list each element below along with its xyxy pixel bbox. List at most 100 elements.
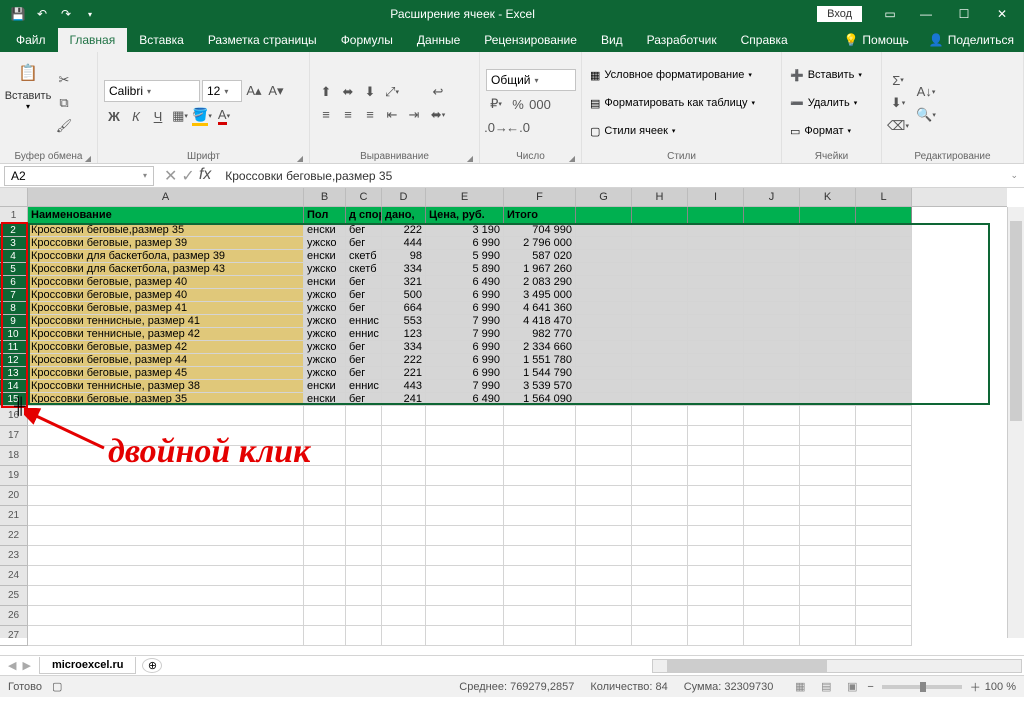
- cut-icon[interactable]: ✂: [54, 70, 74, 90]
- cell[interactable]: [632, 263, 688, 276]
- cell[interactable]: [346, 626, 382, 646]
- font-color-icon[interactable]: A▾: [214, 106, 234, 126]
- cell[interactable]: 6 990: [426, 302, 504, 315]
- cell[interactable]: Кроссовки теннисные, размер 42: [28, 328, 304, 341]
- cell[interactable]: [856, 224, 912, 237]
- tell-me[interactable]: 💡Помощь: [833, 28, 918, 52]
- fill-icon[interactable]: ⬇▾: [888, 93, 908, 113]
- row-header[interactable]: 24: [0, 566, 28, 586]
- row-header[interactable]: 9: [0, 315, 28, 328]
- cell[interactable]: [426, 606, 504, 626]
- align-top-icon[interactable]: ⬆: [316, 82, 336, 102]
- cell[interactable]: [382, 546, 426, 566]
- cell[interactable]: [744, 393, 800, 406]
- zoom-slider[interactable]: [882, 685, 962, 689]
- tab-file[interactable]: Файл: [4, 28, 58, 52]
- cell[interactable]: [304, 526, 346, 546]
- cell[interactable]: 2 083 290: [504, 276, 576, 289]
- row-header[interactable]: 18: [0, 446, 28, 466]
- cell[interactable]: [688, 546, 744, 566]
- cell[interactable]: [576, 328, 632, 341]
- cell[interactable]: енски: [304, 276, 346, 289]
- cell[interactable]: [576, 526, 632, 546]
- cell[interactable]: бег: [346, 354, 382, 367]
- cell[interactable]: [744, 207, 800, 224]
- cell[interactable]: Кроссовки беговые, размер 39: [28, 237, 304, 250]
- close-button[interactable]: ✕: [984, 2, 1020, 26]
- cell[interactable]: [856, 393, 912, 406]
- cell[interactable]: 704 990: [504, 224, 576, 237]
- cell[interactable]: [688, 367, 744, 380]
- cell[interactable]: [688, 302, 744, 315]
- cell[interactable]: [576, 354, 632, 367]
- cell[interactable]: бег: [346, 224, 382, 237]
- cell[interactable]: бег: [346, 302, 382, 315]
- cell[interactable]: [856, 626, 912, 646]
- cell[interactable]: Кроссовки беговые,размер 35: [28, 224, 304, 237]
- cell[interactable]: ужско: [304, 341, 346, 354]
- increase-font-icon[interactable]: A▴: [244, 81, 264, 101]
- cell[interactable]: [346, 406, 382, 426]
- cell[interactable]: [800, 289, 856, 302]
- align-middle-icon[interactable]: ⬌: [338, 82, 358, 102]
- cell[interactable]: [576, 250, 632, 263]
- cell[interactable]: [346, 506, 382, 526]
- cell[interactable]: [576, 224, 632, 237]
- cell[interactable]: Кроссовки беговые, размер 44: [28, 354, 304, 367]
- cell[interactable]: [800, 586, 856, 606]
- view-break-icon[interactable]: ▣: [841, 678, 863, 696]
- cell[interactable]: [632, 486, 688, 506]
- cell[interactable]: [632, 426, 688, 446]
- cell[interactable]: [632, 546, 688, 566]
- cell[interactable]: [632, 276, 688, 289]
- cell[interactable]: [304, 546, 346, 566]
- cell[interactable]: [576, 207, 632, 224]
- cell[interactable]: [744, 526, 800, 546]
- col-header[interactable]: F: [504, 188, 576, 206]
- col-header[interactable]: L: [856, 188, 912, 206]
- cell[interactable]: [632, 606, 688, 626]
- cell[interactable]: [304, 406, 346, 426]
- cell[interactable]: [346, 426, 382, 446]
- cell[interactable]: [28, 486, 304, 506]
- cell[interactable]: [346, 526, 382, 546]
- row-header[interactable]: 21: [0, 506, 28, 526]
- cell[interactable]: [856, 207, 912, 224]
- cell[interactable]: Кроссовки для баскетбола, размер 39: [28, 250, 304, 263]
- cell[interactable]: ужско: [304, 354, 346, 367]
- cell[interactable]: [800, 566, 856, 586]
- sheet-tab[interactable]: microexcel.ru: [39, 657, 137, 674]
- cell-styles-button[interactable]: ▢Стили ячеек▾: [588, 120, 757, 142]
- cell[interactable]: бег: [346, 237, 382, 250]
- cell[interactable]: [856, 466, 912, 486]
- cell[interactable]: Наименование: [28, 207, 304, 224]
- cell[interactable]: [632, 224, 688, 237]
- col-header[interactable]: E: [426, 188, 504, 206]
- cell[interactable]: [856, 367, 912, 380]
- cell[interactable]: [800, 302, 856, 315]
- cell[interactable]: [576, 380, 632, 393]
- ribbon-display-icon[interactable]: ▭: [880, 4, 900, 24]
- cell[interactable]: [856, 406, 912, 426]
- comma-icon[interactable]: 000: [530, 94, 550, 114]
- cell[interactable]: [688, 250, 744, 263]
- cell[interactable]: [856, 426, 912, 446]
- cell[interactable]: [688, 466, 744, 486]
- increase-decimal-icon[interactable]: .0→: [486, 117, 506, 137]
- cell[interactable]: [382, 466, 426, 486]
- cell[interactable]: 4 418 470: [504, 315, 576, 328]
- cell[interactable]: [504, 486, 576, 506]
- cell[interactable]: [576, 302, 632, 315]
- cell[interactable]: [304, 586, 346, 606]
- cell[interactable]: [744, 606, 800, 626]
- minimize-button[interactable]: —: [908, 2, 944, 26]
- cell[interactable]: 2 796 000: [504, 237, 576, 250]
- cell[interactable]: [632, 302, 688, 315]
- cell[interactable]: 98: [382, 250, 426, 263]
- cell[interactable]: енски: [304, 380, 346, 393]
- format-painter-icon[interactable]: 🖌: [54, 116, 74, 136]
- cell[interactable]: 2 334 660: [504, 341, 576, 354]
- cell[interactable]: [576, 393, 632, 406]
- align-center-icon[interactable]: ≡: [338, 105, 358, 125]
- indent-increase-icon[interactable]: ⇥: [404, 105, 424, 125]
